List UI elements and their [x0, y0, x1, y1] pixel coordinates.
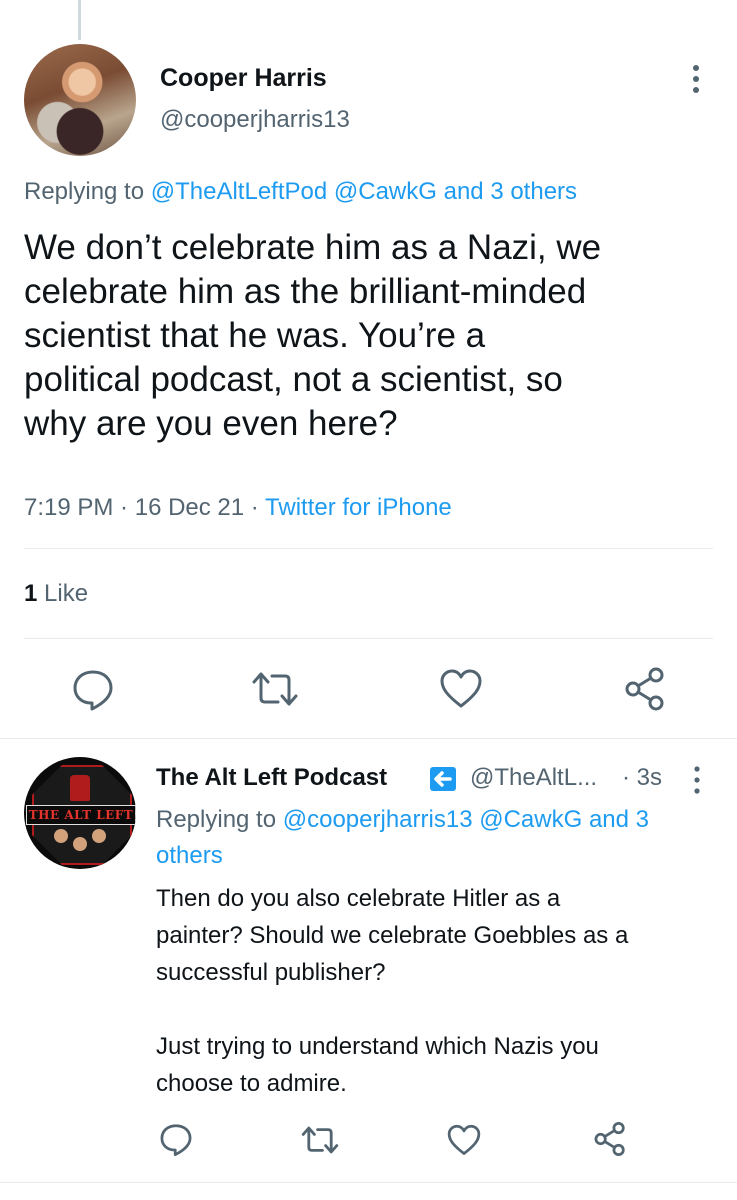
replying-to: Replying to @cooperjharris13 @CawkG and … [156, 802, 716, 874]
meta-separator: · [113, 494, 135, 521]
mention-link[interactable]: @CawkG [479, 806, 582, 833]
face-icon [92, 829, 106, 843]
arrow-badge-icon [430, 767, 456, 791]
author-handle[interactable]: @TheAltL... [470, 764, 597, 792]
more-icon[interactable] [684, 62, 708, 96]
author-handle[interactable]: @cooperjharris13 [160, 106, 350, 134]
retweet-icon[interactable] [250, 668, 300, 710]
divider [24, 638, 713, 639]
tweet-source[interactable]: Twitter for iPhone [265, 494, 452, 521]
divider [0, 738, 737, 739]
tweet-date[interactable]: 16 Dec 21 [135, 494, 244, 521]
author-name[interactable]: Cooper Harris [160, 64, 327, 93]
reply-icon[interactable] [70, 666, 116, 712]
meta-separator: · [244, 494, 266, 521]
avatar-logo-text: THE ALT LEFT [26, 805, 136, 825]
tweet-text: Then do you also celebrate Hitler as a p… [156, 885, 629, 1097]
share-icon[interactable] [592, 1121, 628, 1157]
divider [24, 548, 713, 549]
heart-icon[interactable] [438, 666, 484, 710]
reply-icon[interactable] [158, 1121, 194, 1157]
divider [0, 1182, 737, 1183]
mention-link[interactable]: @CawkG [334, 178, 437, 205]
like-count: 1 [24, 580, 38, 607]
mention-link[interactable]: @cooperjharris13 [283, 806, 473, 833]
avatar[interactable] [24, 44, 136, 156]
tweet-meta: 7:19 PM · 16 Dec 21 · Twitter for iPhone [24, 494, 452, 522]
tweet-time[interactable]: · 3s [622, 764, 662, 792]
like-count-link[interactable]: 1 Like [24, 580, 88, 608]
replying-prefix: Replying to [156, 806, 283, 833]
retweet-icon[interactable] [300, 1123, 340, 1157]
author-name[interactable]: The Alt Left Podcast [156, 764, 387, 792]
mention-link[interactable]: @TheAltLeftPod [151, 178, 327, 205]
share-icon[interactable] [622, 666, 668, 712]
replying-to: Replying to @TheAltLeftPod @CawkG and 3 … [24, 178, 577, 206]
others-link[interactable]: and 3 others [444, 178, 577, 205]
fist-icon [70, 775, 90, 801]
more-icon[interactable] [688, 764, 706, 796]
tweet-time[interactable]: 7:19 PM [24, 494, 113, 521]
heart-icon[interactable] [446, 1122, 482, 1157]
like-label: Like [44, 580, 89, 607]
avatar[interactable]: THE ALT LEFT [24, 757, 136, 869]
thread-connector-line [78, 0, 81, 40]
face-icon [54, 829, 68, 843]
tweet-text: We don’t celebrate him as a Nazi, we cel… [24, 228, 602, 443]
face-icon [73, 837, 87, 851]
replying-prefix: Replying to [24, 178, 151, 205]
